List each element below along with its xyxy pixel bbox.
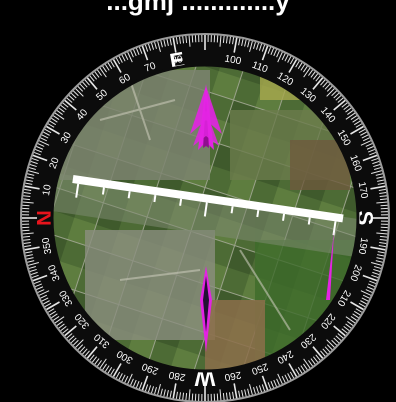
compass-view[interactable]: 1020304050607080 100 110120130140150160170… bbox=[0, 0, 396, 402]
